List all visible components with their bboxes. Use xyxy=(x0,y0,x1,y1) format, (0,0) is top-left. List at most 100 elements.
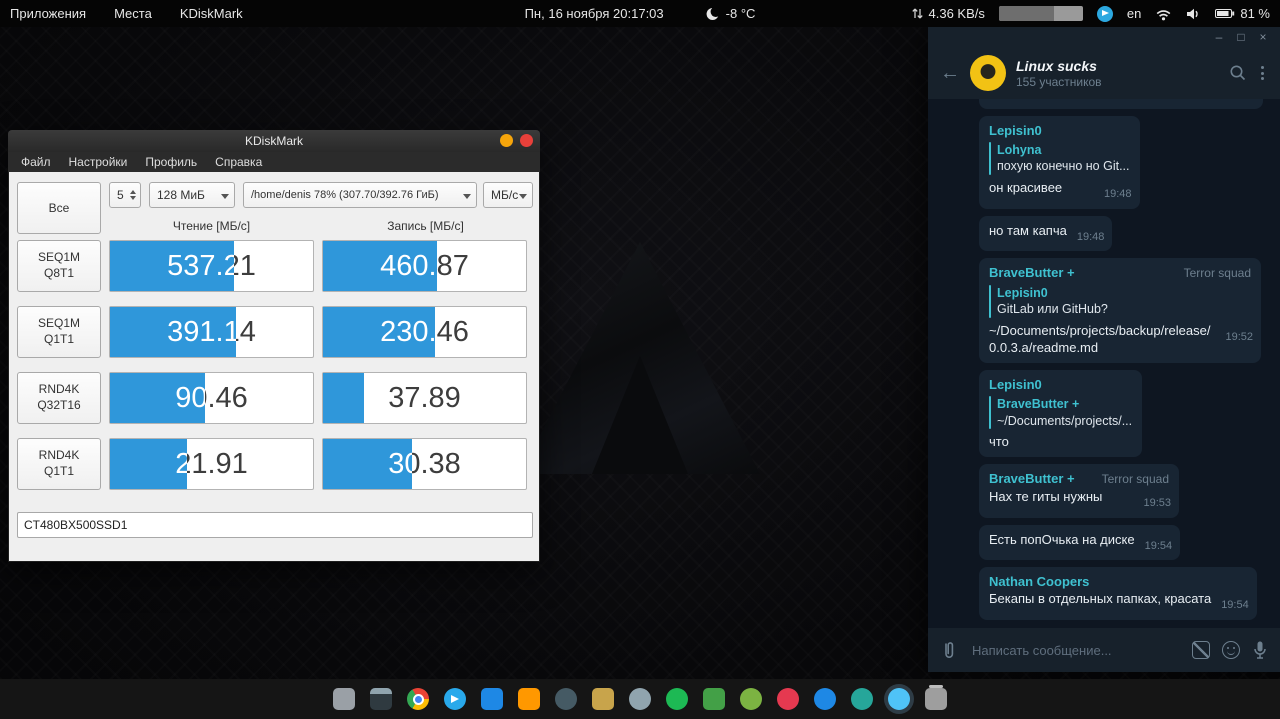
taskbar-icon-chrome[interactable] xyxy=(407,688,429,710)
test-button-rnd4k-q32t16[interactable]: RND4K Q32T16 xyxy=(17,372,101,424)
read-result-bar: 537.21 537.21 xyxy=(109,240,314,292)
taskbar-icon-telegram[interactable] xyxy=(444,688,466,710)
attachment-icon[interactable] xyxy=(940,640,958,660)
menu-places[interactable]: Места xyxy=(114,6,152,21)
test-button-seq1m-q8t1[interactable]: SEQ1M Q8T1 xyxy=(17,240,101,292)
taskbar-icon-spotify[interactable] xyxy=(666,688,688,710)
chat-header: ← Linux sucks 155 участников xyxy=(928,47,1280,99)
clock[interactable]: Пн, 16 ноября 20:17:03 xyxy=(525,6,664,21)
chat-message[interactable]: Nathan Coopers 19:54 Бекапы в отдельных … xyxy=(938,567,1270,620)
quoted-reply[interactable]: Lohyna похую конечно но Git... xyxy=(989,141,1130,175)
taskbar-icon-palette-app[interactable] xyxy=(592,688,614,710)
menu-kebab-icon[interactable] xyxy=(1257,66,1268,80)
unit-combo[interactable]: МБ/с xyxy=(483,182,533,208)
loop-count-spinner[interactable]: 5 xyxy=(109,182,141,208)
write-bar-fill: 37.89 xyxy=(323,373,364,423)
message-time: 19:48 xyxy=(1076,230,1105,243)
taskbar-icon-red-app[interactable] xyxy=(777,688,799,710)
close-button[interactable]: × xyxy=(1252,27,1274,47)
menu-active-app[interactable]: KDiskMark xyxy=(180,6,243,21)
telegram-window: – □ × ← Linux sucks 155 участников 1 xyxy=(928,27,1280,672)
kdiskmark-titlebar[interactable]: KDiskMark xyxy=(8,130,540,152)
sender-name[interactable]: BraveButter + xyxy=(989,264,1075,281)
write-bar-fill: 460.87 xyxy=(323,241,437,291)
write-bar-fill: 230.46 xyxy=(323,307,435,357)
emoji-picker-icon[interactable] xyxy=(1222,641,1240,659)
test-button-seq1m-q1t1[interactable]: SEQ1M Q1T1 xyxy=(17,306,101,358)
menu-profile[interactable]: Профиль xyxy=(145,155,197,169)
benchmark-row: SEQ1MQ8T1 537.21 537.21 460.87 460.87 xyxy=(9,240,539,292)
volume-icon[interactable] xyxy=(1186,7,1201,21)
write-column-header: Запись [МБ/с] xyxy=(387,219,464,233)
chat-message[interactable]: Lepisin0 Lohyna похую конечно но Git... … xyxy=(938,115,1270,209)
benchmark-row: RND4KQ1T1 21.91 21.91 30.38 30.38 xyxy=(9,438,539,490)
tray-slider-widget[interactable] xyxy=(998,6,1083,21)
drive-combo[interactable]: /home/denis 78% (307.70/392.76 ГиБ) xyxy=(243,182,477,208)
taskbar-icon-terminal[interactable] xyxy=(370,688,392,710)
taskbar-icon-files[interactable] xyxy=(333,688,355,710)
menu-file[interactable]: Файл xyxy=(21,155,51,169)
battery-indicator[interactable]: 81 % xyxy=(1215,6,1270,21)
bot-commands-icon[interactable] xyxy=(1192,641,1210,659)
chat-message[interactable]: BraveButter + Terror squad 19:53 Нах те … xyxy=(938,464,1270,518)
search-icon[interactable] xyxy=(1229,64,1247,82)
menu-settings[interactable]: Настройки xyxy=(69,155,128,169)
microphone-icon[interactable] xyxy=(1252,640,1268,660)
panel-center: Пн, 16 ноября 20:17:03 -8 °C xyxy=(525,6,756,21)
group-title-block[interactable]: Linux sucks 155 участников xyxy=(1016,58,1102,89)
weather-widget[interactable]: -8 °C xyxy=(706,6,756,21)
chat-messages: 19:45 Lohyna 19:47 ↩ 1 похую конечно но … xyxy=(928,99,1280,628)
chat-message[interactable]: BraveButter + Terror squad Lepisin0 GitL… xyxy=(938,258,1270,364)
read-bar-fill: 391.14 xyxy=(110,307,236,357)
test-size-combo[interactable]: 128 МиБ xyxy=(149,182,235,208)
replies-count[interactable]: ↩ 1 xyxy=(1199,99,1217,102)
sender-name[interactable]: Nathan Coopers xyxy=(989,573,1089,590)
taskbar-icon-obs[interactable] xyxy=(555,688,577,710)
write-result-bar: 30.38 30.38 xyxy=(322,438,527,490)
taskbar-icon-snowflake-app[interactable] xyxy=(740,688,762,710)
sender-name[interactable]: Lepisin0 xyxy=(989,376,1042,393)
chat-message[interactable]: 19:54 Есть попОчька на диске xyxy=(938,524,1270,561)
wifi-icon[interactable] xyxy=(1155,7,1172,21)
telegram-tray-icon[interactable] xyxy=(1096,5,1113,22)
message-time: 19:54 xyxy=(1144,539,1173,552)
all-tests-button[interactable]: Все xyxy=(17,182,101,234)
quoted-name: Lepisin0 xyxy=(997,285,1048,300)
message-input[interactable] xyxy=(970,641,1180,659)
taskbar-icon-blue-app[interactable] xyxy=(814,688,836,710)
chat-message[interactable]: Lepisin0 BraveButter + ~/Documents/proje… xyxy=(938,370,1270,458)
taskbar-icon-teal-app[interactable] xyxy=(851,688,873,710)
minimize-button[interactable]: – xyxy=(1208,27,1230,47)
close-button[interactable] xyxy=(520,134,533,147)
back-arrow-icon[interactable]: ← xyxy=(940,63,960,83)
chat-message[interactable]: Lohyna 19:47 ↩ 1 похую конечно но GitLab xyxy=(938,99,1270,109)
read-column-header: Чтение [МБ/с] xyxy=(172,219,251,233)
group-avatar[interactable] xyxy=(970,55,1006,91)
taskbar-icon-vscode[interactable] xyxy=(481,688,503,710)
device-name-field[interactable] xyxy=(17,512,533,538)
quoted-reply[interactable]: Lepisin0 GitLab или GitHub? xyxy=(989,284,1251,318)
temperature: -8 °C xyxy=(725,6,756,21)
sender-name[interactable]: BraveButter + xyxy=(989,470,1075,487)
quoted-name: Lohyna xyxy=(997,142,1042,157)
read-result-bar: 90.46 90.46 xyxy=(109,372,314,424)
menu-help[interactable]: Справка xyxy=(215,155,262,169)
taskbar-icon-green-app[interactable] xyxy=(703,688,725,710)
maximize-button[interactable]: □ xyxy=(1230,27,1252,47)
benchmark-row: RND4KQ32T16 90.46 90.46 37.89 37.89 xyxy=(9,372,539,424)
network-speed-indicator[interactable]: 4.36 KB/s xyxy=(911,6,985,21)
kdiskmark-window: KDiskMark Файл Настройки Профиль Справка… xyxy=(8,130,540,562)
taskbar-icon-sublime-text[interactable] xyxy=(518,688,540,710)
sender-name[interactable]: Lepisin0 xyxy=(989,122,1042,139)
read-bar-fill: 537.21 xyxy=(110,241,234,291)
chat-message[interactable]: 19:48 но там капча xyxy=(938,215,1270,252)
minimize-button[interactable] xyxy=(500,134,513,147)
group-title: Linux sucks xyxy=(1016,57,1097,74)
taskbar-icon-camera-app[interactable] xyxy=(629,688,651,710)
menu-applications[interactable]: Приложения xyxy=(10,6,86,21)
test-button-rnd4k-q1t1[interactable]: RND4K Q1T1 xyxy=(17,438,101,490)
keyboard-layout-indicator[interactable]: en xyxy=(1127,6,1141,21)
quoted-reply[interactable]: BraveButter + ~/Documents/projects/... xyxy=(989,396,1132,430)
taskbar-icon-trash[interactable] xyxy=(925,685,947,710)
taskbar-icon-screenshot-active[interactable] xyxy=(888,688,910,710)
